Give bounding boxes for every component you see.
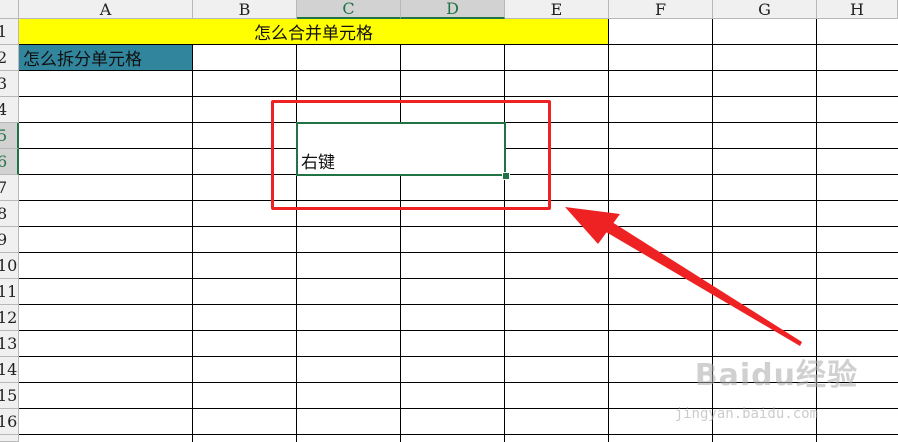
baidu-watermark: Baidu经验 xyxy=(694,358,858,393)
spreadsheet-grid: A B C D E F G H 1 2 3 4 5 6 7 8 9 10 11 … xyxy=(0,0,898,442)
baidu-watermark-url: jingyan.baidu.com xyxy=(674,406,818,422)
